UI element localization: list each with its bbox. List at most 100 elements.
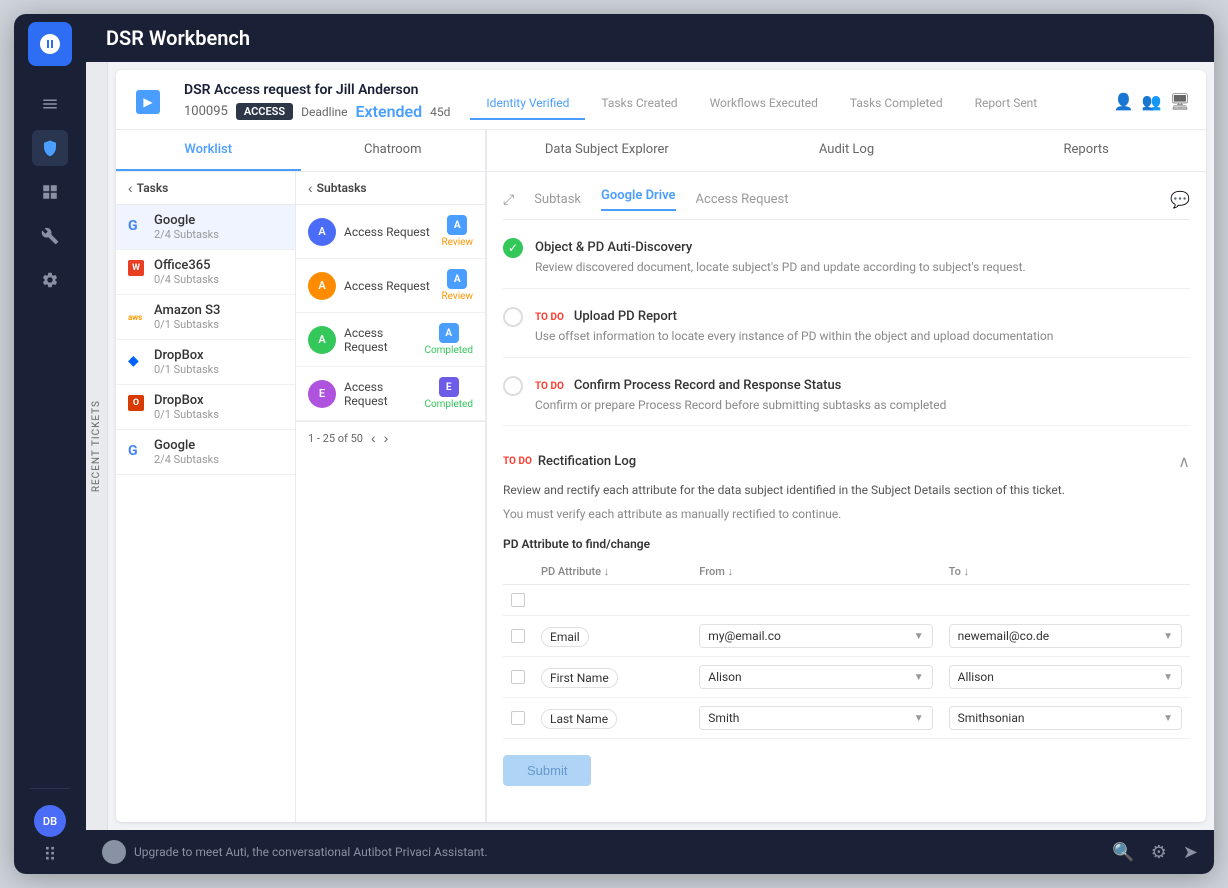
dropbox-logo-icon: ◆ [128,350,148,370]
progress-tab-report-sent[interactable]: Report Sent [959,88,1054,120]
rectification-header[interactable]: TO DO Rectification Log ∧ [503,442,1190,481]
bottom-chat: Upgrade to meet Auti, the conversational… [102,840,488,864]
dsr-panel: ▶ DSR Access request for Jill Anderson 1… [116,70,1206,822]
rectification-collapse-icon[interactable]: ∧ [1178,452,1190,471]
task-check-done-icon: ✓ [503,238,523,258]
expand-icon[interactable]: ⤢ [503,192,514,208]
detail-tab-subtask[interactable]: Subtask [534,192,581,207]
comment-icon[interactable]: 💬 [1170,190,1190,209]
tab-audit-log[interactable]: Audit Log [727,130,967,171]
tab-data-subject-explorer[interactable]: Data Subject Explorer [487,130,727,171]
subtask-badge-3: A [439,323,459,343]
sidebar-wrench-icon[interactable] [32,218,68,254]
to-select-lastname[interactable]: Smithsonian ▼ [949,706,1182,730]
task-item-google-1[interactable]: G Google 2/4 Subtasks [116,205,295,250]
attr-tag-lastname: Last Name [541,709,617,729]
task-check-empty-icon-3 [503,376,523,396]
subtask-item-1[interactable]: A Access Request A Review [296,205,485,259]
access-badge: ACCESS [236,103,293,120]
detail-tab-google-drive[interactable]: Google Drive [601,188,676,211]
header-users-icon[interactable]: 👥 [1142,92,1162,111]
to-value-lastname: Smithsonian [958,711,1025,725]
progress-tab-workflows-executed[interactable]: Workflows Executed [694,88,834,120]
task-todo-badge-2: TO DO [535,312,564,323]
task-detail-title-1: Object & PD Auti-Discovery [535,240,692,255]
from-select-firstname[interactable]: Alison ▼ [699,665,932,689]
arrow-action-icon[interactable]: ➤ [1183,842,1198,863]
rectification-todo-badge: TO DO [503,456,532,467]
table-row-lastname: Last Name Smith ▼ [503,698,1190,739]
row-checkbox-email[interactable] [511,629,525,643]
subtask-label-3: Access Request [344,326,416,354]
from-select-arrow-firstname: ▼ [914,672,924,683]
app-logo[interactable] [28,22,72,66]
tasks-back-button[interactable]: ‹ [128,180,133,196]
task-detail-item-3: TO DO Confirm Process Record and Respons… [503,374,1190,427]
subtasks-header: ‹ Subtasks [296,172,485,205]
toggle-panel-button[interactable]: ▶ [136,90,160,114]
sidebar-shield-icon[interactable] [32,130,68,166]
from-select-arrow-email: ▼ [914,631,924,642]
user-avatar[interactable]: DB [34,805,66,837]
subtask-item-3[interactable]: A Access Request A Completed [296,313,485,367]
task-item-dropbox-2[interactable]: O DropBox 0/1 Subtasks [116,385,295,430]
progress-tab-identity-verified[interactable]: Identity Verified [470,88,585,120]
filter-action-icon[interactable]: ⚙ [1151,842,1167,863]
from-select-lastname[interactable]: Smith ▼ [699,706,932,730]
progress-tab-tasks-created[interactable]: Tasks Created [585,88,693,120]
rectification-desc: Review and rectify each attribute for th… [503,481,1190,499]
task-todo-badge-3: TO DO [535,381,564,392]
pagination-text: 1 - 25 of 50 [308,432,363,445]
task-subtask-count: 2/4 Subtasks [154,453,283,466]
header-person-icon[interactable]: 👤 [1114,92,1134,111]
search-action-icon[interactable]: 🔍 [1112,842,1134,863]
sidebar-grid-icon[interactable] [32,174,68,210]
detail-tabs: ⤢ Subtask Google Drive Access Request 💬 [503,188,1190,220]
sidebar-menu-icon[interactable] [32,86,68,122]
attr-tag-email: Email [541,627,589,647]
subtask-badge-4: E [439,377,459,397]
subtask-badge-2: A [447,269,467,289]
table-row-email: Email my@email.co ▼ [503,616,1190,657]
subtasks-back-button[interactable]: ‹ [308,180,313,196]
task-detail-panel: ⤢ Subtask Google Drive Access Request 💬 [487,172,1206,822]
row-checkbox-header[interactable] [511,593,525,607]
task-item-amazon-s3[interactable]: aws Amazon S3 0/1 Subtasks [116,295,295,340]
header-monitor-icon[interactable]: 🖥 [1170,92,1190,111]
to-select-arrow-lastname: ▼ [1163,713,1173,724]
submit-button[interactable]: Submit [503,755,591,786]
pagination-prev-button[interactable]: ‹ [371,430,376,446]
task-item-google-2[interactable]: G Google 2/4 Subtasks [116,430,295,475]
bottom-actions: 🔍 ⚙ ➤ [1112,842,1198,863]
row-checkbox-firstname[interactable] [511,670,525,684]
tab-reports[interactable]: Reports [966,130,1206,171]
subtask-item-2[interactable]: A Access Request A Review [296,259,485,313]
sidebar-gear-icon[interactable] [32,262,68,298]
pagination-next-button[interactable]: › [384,430,389,446]
tab-chatroom[interactable]: Chatroom [301,130,486,171]
to-select-email[interactable]: newemail@co.de ▼ [949,624,1182,648]
task-detail-desc-3: Confirm or prepare Process Record before… [535,397,1190,414]
panel-body: Worklist Chatroom ‹ [116,130,1206,822]
rectification-title: Rectification Log [538,454,636,469]
task-name: Google [154,438,283,453]
to-select-arrow-email: ▼ [1163,631,1173,642]
row-checkbox-lastname[interactable] [511,711,525,725]
task-item-office365[interactable]: W Office365 0/4 Subtasks [116,250,295,295]
tab-worklist[interactable]: Worklist [116,130,301,171]
col-from: From ↓ [691,559,940,585]
deadline-label: Deadline [301,105,347,119]
progress-tab-tasks-completed[interactable]: Tasks Completed [834,88,959,120]
dsr-progress-tabs: Identity Verified Tasks Created Workflow… [470,84,1053,120]
sidebar-dots-icon[interactable]: ⠿ [43,845,56,866]
from-select-email[interactable]: my@email.co ▼ [699,624,932,648]
to-select-firstname[interactable]: Allison ▼ [949,665,1182,689]
page-title: DSR Workbench [106,26,250,50]
pd-attribute-label: PD Attribute to find/change [503,537,1190,551]
main-tabs: Worklist Chatroom [116,130,485,172]
subtask-item-4[interactable]: E Access Request E Completed [296,367,485,421]
detail-tab-access-request[interactable]: Access Request [696,192,789,207]
subtask-avatar-3: A [308,326,336,354]
recent-tickets-bar[interactable]: RECENT TICKETS [86,62,108,830]
task-item-dropbox-1[interactable]: ◆ DropBox 0/1 Subtasks [116,340,295,385]
